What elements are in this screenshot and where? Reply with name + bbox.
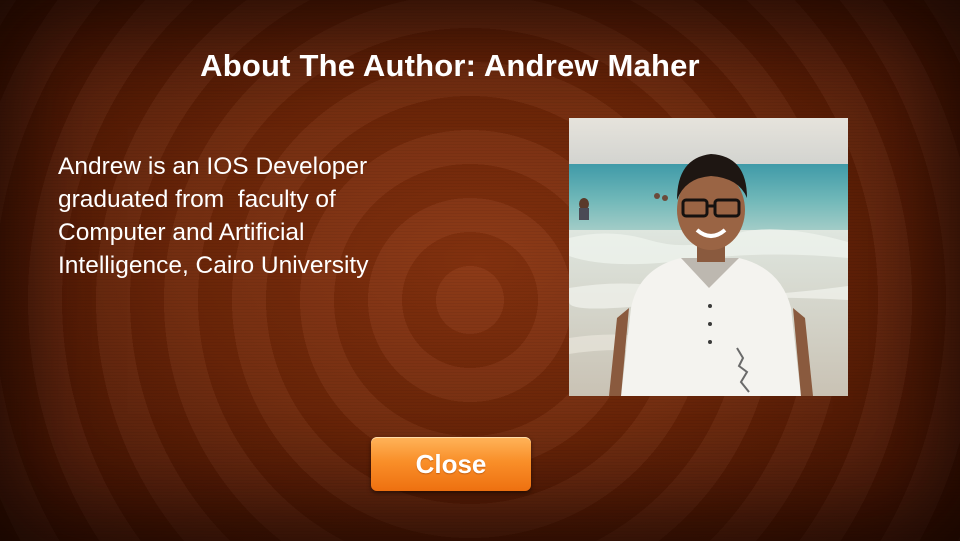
- author-photo: [569, 118, 848, 396]
- author-bio: Andrew is an IOS Developer graduated fro…: [58, 153, 369, 279]
- dialog-title: About The Author: Andrew Maher: [200, 48, 700, 83]
- close-button[interactable]: Close: [371, 437, 531, 491]
